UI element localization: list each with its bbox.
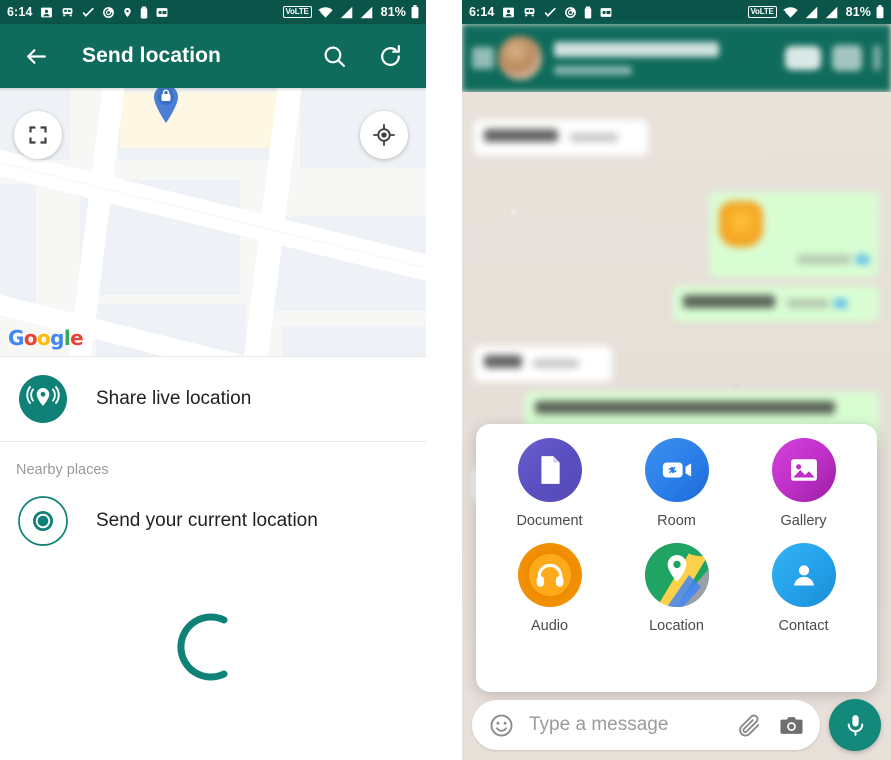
attachment-item-location[interactable]: Location [613, 543, 740, 634]
attachment-label-gallery: Gallery [780, 513, 827, 529]
phone-call-icon[interactable] [832, 45, 862, 71]
live-location-icon [16, 372, 70, 426]
google-logo: Google [8, 326, 84, 350]
status-bar-clock-right: 6:14 [469, 5, 495, 19]
message-row-incoming [474, 102, 879, 156]
audio-headphones-icon [517, 543, 582, 607]
volte-indicator: VoLTE [282, 6, 312, 18]
page-title: Send location [82, 44, 221, 67]
send-current-location-row[interactable]: Send your current location [0, 484, 426, 558]
attachment-item-audio[interactable]: Audio [486, 543, 613, 634]
location-options-list: Share live location Nearby places Send y… [0, 357, 426, 684]
attachment-label-audio: Audio [530, 618, 569, 634]
signal-icon-2 [824, 6, 839, 19]
check-icon [544, 6, 557, 19]
signal-icon [804, 6, 819, 19]
right-screen-chat: 6:14 VoLTE 81% Document Room Gallery Aud… [462, 0, 891, 760]
message-row-outgoing-short [474, 278, 879, 322]
message-row-incoming-2 [474, 322, 879, 382]
current-location-icon [16, 494, 70, 548]
emoji-icon[interactable] [484, 708, 518, 742]
back-arrow-icon[interactable] [14, 34, 58, 78]
fullscreen-icon[interactable] [14, 111, 62, 159]
loading-spinner-icon [177, 613, 228, 681]
contact-name [554, 41, 719, 57]
chat-message-list[interactable]: Document Room Gallery Audio Location Con… [462, 92, 891, 760]
battery-saver-icon [140, 6, 148, 19]
contact-status [554, 65, 632, 75]
location-icon [122, 6, 133, 19]
location-map-icon [644, 543, 709, 607]
nearby-places-label: Nearby places [16, 462, 109, 478]
microphone-icon[interactable] [829, 699, 881, 751]
gallery-photo-icon [771, 438, 836, 502]
map-pin-icon [152, 88, 180, 129]
read-receipt-icon [856, 255, 869, 265]
battery-percentage: 81% [380, 5, 406, 19]
check-icon [82, 6, 95, 19]
more-options-icon[interactable] [873, 45, 881, 71]
contact-person-icon [771, 543, 836, 607]
back-arrow-icon[interactable] [472, 47, 494, 69]
battery-percentage-right: 81% [845, 5, 871, 19]
picture-in-picture-icon [155, 6, 169, 19]
attachment-panel: Document Room Gallery Audio Location Con… [476, 424, 877, 692]
battery-icon [876, 5, 884, 19]
contact-icon [40, 6, 53, 19]
chat-header [462, 24, 891, 92]
status-bar: 6:14 VoLTE 81% [0, 0, 426, 24]
app-bar: Send location [0, 24, 426, 88]
transit-icon [60, 6, 75, 19]
camera-icon[interactable] [774, 708, 808, 742]
left-screen-send-location: 6:14 VoLTE 81% Send location Google Shar… [0, 0, 426, 760]
message-input-bar: Type a message [462, 690, 891, 760]
message-row-outgoing-emoji [474, 156, 879, 278]
contact-icon [502, 6, 515, 19]
volte-indicator-right: VoLTE [747, 6, 777, 18]
refresh-icon[interactable] [368, 34, 412, 78]
screens-gap [426, 0, 462, 760]
screen-record-icon [102, 6, 115, 19]
dual-screenshot-canvas: 6:14 VoLTE 81% Send location Google Shar… [0, 0, 891, 760]
paperclip-icon[interactable] [732, 708, 766, 742]
attachment-item-contact[interactable]: Contact [740, 543, 867, 634]
my-location-icon[interactable] [360, 111, 408, 159]
video-call-icon[interactable] [785, 46, 821, 70]
share-live-location-label: Share live location [96, 388, 252, 409]
loading-spinner-container [0, 558, 426, 684]
room-video-link-icon [644, 438, 709, 502]
wifi-icon [317, 6, 334, 19]
attachment-label-location: Location [649, 618, 704, 634]
attachment-item-gallery[interactable]: Gallery [740, 438, 867, 529]
attachment-label-document: Document [516, 513, 583, 529]
attachment-label-contact: Contact [778, 618, 829, 634]
send-current-location-label: Send your current location [96, 510, 318, 531]
wifi-icon [782, 6, 799, 19]
document-icon [517, 438, 582, 502]
map-view[interactable]: Google [0, 88, 426, 356]
battery-icon [411, 5, 419, 19]
transit-icon [522, 6, 537, 19]
message-input-field[interactable]: Type a message [472, 700, 820, 750]
search-icon[interactable] [312, 34, 356, 78]
status-bar-clock: 6:14 [7, 5, 33, 19]
attachment-grid: Document Room Gallery Audio Location Con… [486, 438, 867, 634]
picture-in-picture-icon [599, 6, 613, 19]
chat-contact-meta [554, 41, 774, 75]
attachment-item-document[interactable]: Document [486, 438, 613, 529]
signal-icon-2 [359, 6, 374, 19]
avatar[interactable] [498, 36, 542, 80]
emoji-sticker [719, 201, 763, 247]
message-placeholder: Type a message [529, 714, 669, 735]
attachment-item-room[interactable]: Room [613, 438, 740, 529]
attachment-label-room: Room [657, 513, 696, 529]
share-live-location-row[interactable]: Share live location [0, 357, 426, 441]
signal-icon [339, 6, 354, 19]
battery-saver-icon [584, 6, 592, 19]
status-bar-right: 6:14 VoLTE 81% [462, 0, 891, 24]
screen-record-icon [564, 6, 577, 19]
read-receipt-icon [834, 299, 848, 309]
